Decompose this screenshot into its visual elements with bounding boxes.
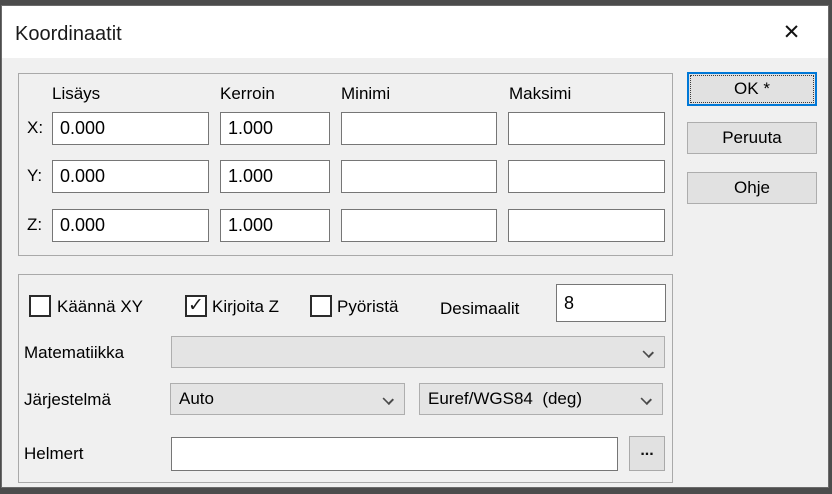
jarjestelma-dropdown[interactable]: Auto bbox=[170, 383, 405, 415]
chevron-down-icon bbox=[643, 347, 654, 358]
ellipsis-icon: ... bbox=[640, 442, 653, 460]
kirjoita-z-label: Kirjoita Z bbox=[212, 297, 279, 317]
ok-button[interactable]: OK * bbox=[687, 72, 817, 106]
desimaalit-label: Desimaalit bbox=[440, 299, 519, 319]
column-header-lisays: Lisäys bbox=[52, 84, 100, 104]
jarjestelma-label: Järjestelmä bbox=[24, 390, 111, 410]
helmert-label: Helmert bbox=[24, 444, 84, 464]
z-lisays-input[interactable] bbox=[52, 209, 209, 242]
z-minimi-input[interactable] bbox=[341, 209, 497, 242]
pyorista-label: Pyöristä bbox=[337, 297, 398, 317]
column-header-kerroin: Kerroin bbox=[220, 84, 275, 104]
y-maksimi-input[interactable] bbox=[508, 160, 665, 193]
background-window-bottom bbox=[0, 488, 832, 494]
kirjoita-z-checkbox[interactable]: ✓ bbox=[185, 295, 207, 317]
screen: Koordinaatit ✕ Lisäys Kerroin Minimi Mak… bbox=[0, 0, 832, 494]
desimaalit-input[interactable] bbox=[556, 284, 666, 322]
kaanna-xy-checkbox[interactable] bbox=[29, 295, 51, 317]
close-button[interactable]: ✕ bbox=[755, 6, 828, 58]
coordinates-group: Lisäys Kerroin Minimi Maksimi X: Y: Z: bbox=[18, 73, 673, 256]
row-label-x: X: bbox=[27, 118, 43, 138]
checkmark-icon: ✓ bbox=[188, 296, 204, 315]
titlebar[interactable]: Koordinaatit ✕ bbox=[2, 6, 828, 58]
options-group: Käännä XY ✓ Kirjoita Z Pyöristä Desimaal… bbox=[18, 274, 673, 483]
datum-value: Euref/WGS84 (deg) bbox=[428, 389, 582, 409]
column-header-maksimi: Maksimi bbox=[509, 84, 571, 104]
dialog-title: Koordinaatit bbox=[15, 6, 122, 58]
x-lisays-input[interactable] bbox=[52, 112, 209, 145]
matematiikka-dropdown[interactable] bbox=[171, 336, 665, 368]
row-label-z: Z: bbox=[27, 215, 42, 235]
matematiikka-label: Matematiikka bbox=[24, 343, 124, 363]
close-icon: ✕ bbox=[783, 20, 801, 45]
x-kerroin-input[interactable] bbox=[220, 112, 330, 145]
cancel-button[interactable]: Peruuta bbox=[687, 122, 817, 154]
datum-dropdown[interactable]: Euref/WGS84 (deg) bbox=[419, 383, 663, 415]
x-minimi-input[interactable] bbox=[341, 112, 497, 145]
helmert-browse-button[interactable]: ... bbox=[629, 436, 665, 471]
kaanna-xy-label: Käännä XY bbox=[57, 297, 143, 317]
chevron-down-icon bbox=[641, 394, 652, 405]
row-label-y: Y: bbox=[27, 166, 42, 186]
helmert-input[interactable] bbox=[171, 437, 618, 471]
column-header-minimi: Minimi bbox=[341, 84, 390, 104]
z-maksimi-input[interactable] bbox=[508, 209, 665, 242]
koordinaatit-dialog: Koordinaatit ✕ Lisäys Kerroin Minimi Mak… bbox=[1, 5, 829, 488]
chevron-down-icon bbox=[383, 394, 394, 405]
x-maksimi-input[interactable] bbox=[508, 112, 665, 145]
y-kerroin-input[interactable] bbox=[220, 160, 330, 193]
y-minimi-input[interactable] bbox=[341, 160, 497, 193]
y-lisays-input[interactable] bbox=[52, 160, 209, 193]
pyorista-checkbox[interactable] bbox=[310, 295, 332, 317]
z-kerroin-input[interactable] bbox=[220, 209, 330, 242]
help-button[interactable]: Ohje bbox=[687, 172, 817, 204]
jarjestelma-value: Auto bbox=[179, 389, 214, 409]
